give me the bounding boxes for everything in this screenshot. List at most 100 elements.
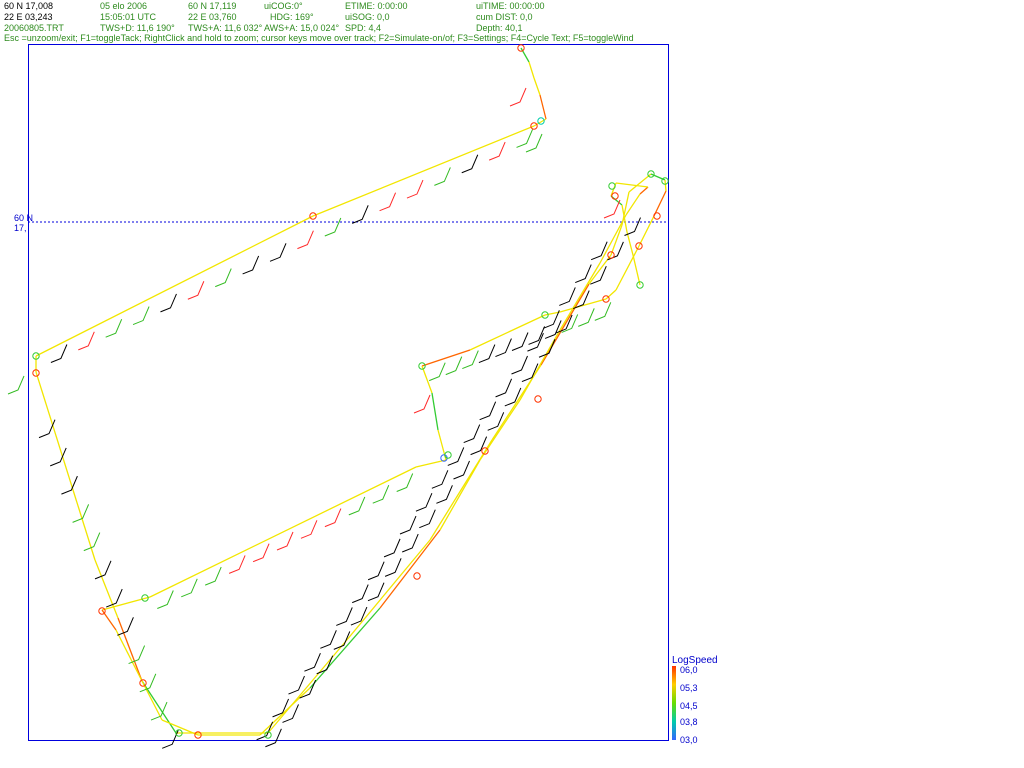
track-segment: [520, 47, 530, 63]
wind-barb: [578, 308, 595, 327]
wind-barb: [594, 302, 612, 321]
wind-barb: [495, 378, 513, 398]
track-segment: [605, 289, 617, 300]
wind-barb: [94, 560, 112, 580]
track-segment: [533, 77, 541, 96]
wind-barb: [419, 509, 436, 529]
track-segment: [559, 298, 607, 313]
wind-barb: [453, 460, 470, 480]
track-segment: [615, 182, 649, 188]
track-segment: [421, 365, 433, 394]
wind-barb: [463, 424, 481, 444]
wind-barb: [396, 473, 414, 492]
wind-barb: [38, 419, 56, 439]
track-segment: [142, 682, 163, 721]
tack-marker: [611, 192, 619, 200]
wind-barb: [269, 243, 287, 262]
wind-barb: [333, 631, 351, 650]
tack-markers[interactable]: [32, 44, 669, 739]
wind-barb: [187, 281, 205, 300]
wind-barb: [215, 268, 232, 288]
track-line: [35, 47, 667, 736]
wind-barb: [478, 344, 496, 364]
wind-barb: [402, 533, 419, 553]
legend-label-min: 03,0: [680, 735, 698, 745]
wind-barb: [399, 515, 417, 535]
track-segment: [632, 254, 641, 286]
wind-barb: [160, 293, 177, 313]
wind-barb: [348, 496, 366, 516]
wind-barb: [300, 520, 318, 539]
wind-barb: [511, 332, 529, 351]
wind-barb: [372, 485, 390, 504]
track-segment: [117, 617, 143, 682]
track-segment: [267, 640, 347, 734]
wind-barb: [117, 617, 134, 636]
lat-label-minutes: 17,: [14, 223, 27, 233]
wind-barb: [242, 255, 260, 275]
wind-barb: [106, 588, 123, 608]
track-segment: [628, 173, 652, 193]
wind-barb: [50, 447, 67, 467]
track-segment: [653, 190, 667, 217]
wind-barb: [447, 447, 465, 466]
track-segment: [539, 94, 547, 120]
tack-marker: [534, 395, 542, 403]
wind-barb: [559, 287, 576, 306]
track-segment: [528, 61, 535, 79]
track-plot[interactable]: [0, 0, 1024, 768]
legend-bar: [672, 666, 676, 740]
wind-barb: [461, 154, 479, 174]
legend-label-4: 03,8: [680, 717, 698, 727]
track-segment: [421, 349, 471, 367]
track-segment: [149, 466, 417, 598]
wind-barb: [288, 675, 305, 695]
wind-barb: [462, 350, 479, 370]
wind-barb: [436, 485, 453, 504]
wind-barb: [590, 241, 608, 261]
wind-barb: [204, 566, 222, 586]
wind-barb: [324, 508, 342, 528]
wind-barb: [434, 167, 451, 186]
track-segment: [626, 231, 634, 256]
track-segment: [35, 371, 96, 561]
wind-ticks: [7, 87, 641, 749]
track-segment: [439, 459, 481, 531]
wind-barb: [488, 141, 506, 161]
wind-barb: [603, 199, 621, 219]
wind-barb: [83, 532, 101, 552]
wind-barb: [429, 362, 446, 382]
wind-barb: [406, 179, 424, 199]
lat-label: 60 N: [14, 213, 34, 223]
wind-barb: [431, 470, 449, 489]
track-segment: [312, 125, 535, 217]
wind-barb: [320, 630, 337, 649]
wind-barb: [525, 133, 543, 153]
tack-marker: [413, 572, 421, 580]
track-segment: [259, 687, 311, 736]
wind-barb: [352, 584, 369, 604]
wind-barb: [384, 558, 402, 577]
track-segment: [559, 262, 601, 331]
wind-barb: [415, 492, 433, 512]
wind-barb: [336, 607, 353, 626]
wind-barb: [479, 401, 497, 421]
legend-label-max: 06,0: [680, 665, 698, 675]
wind-barb: [324, 217, 342, 237]
tack-marker: [653, 212, 661, 220]
wind-barb: [379, 192, 397, 212]
wind-barb: [181, 578, 198, 598]
legend-label-2: 05,3: [680, 683, 698, 693]
track-segment: [379, 529, 441, 609]
track-segment: [431, 392, 439, 431]
wind-barb: [78, 331, 95, 351]
wind-barb: [511, 355, 528, 375]
track-segment: [469, 314, 546, 351]
legend-label-3: 04,5: [680, 701, 698, 711]
wind-barb: [228, 555, 246, 574]
wind-barb: [495, 338, 512, 357]
wind-barb: [367, 561, 385, 581]
wind-barb: [352, 205, 369, 224]
wind-barb: [157, 590, 174, 609]
wind-barb: [7, 375, 25, 395]
